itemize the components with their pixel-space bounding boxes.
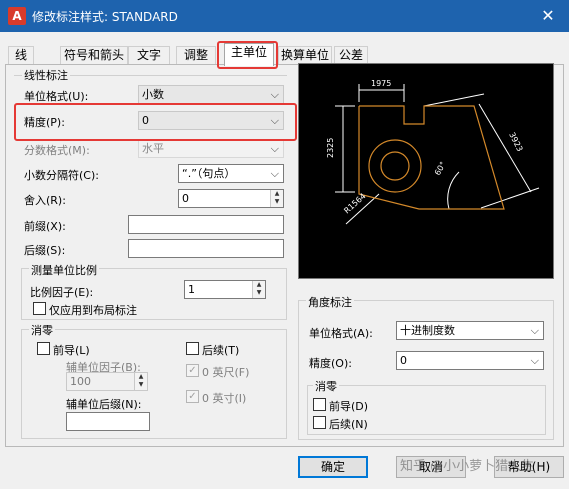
zero-inches-checkbox[interactable]: ✓: [186, 390, 199, 403]
zero-suppression-label: 消零: [29, 322, 55, 338]
trailing-zero-label: 后续(T): [202, 344, 240, 357]
unit-format-label: 单位格式(U):: [24, 90, 89, 103]
unit-format-value: 小数: [142, 88, 164, 101]
measurement-scale-label: 测量单位比例: [29, 262, 99, 278]
sub-unit-factor-input[interactable]: 100 ▲ ▼: [66, 372, 148, 391]
preview-dim-angle: 60°: [433, 160, 448, 177]
tab-text[interactable]: 文字: [128, 46, 170, 65]
sub-unit-suffix-input[interactable]: [66, 412, 150, 431]
zero-feet-checkbox[interactable]: ✓: [186, 364, 199, 377]
round-off-value: 0: [182, 192, 189, 205]
prefix-label: 前缀(X):: [24, 220, 66, 233]
precision-highlight-box: [14, 103, 297, 141]
sub-unit-factor-spinner[interactable]: ▲ ▼: [134, 373, 147, 390]
angular-precision-select[interactable]: 0 ⌵: [396, 351, 544, 370]
watermark-text: 知乎 @小小萝卜猎人生: [400, 459, 535, 474]
unit-format-select[interactable]: 小数 ⌵: [138, 85, 284, 104]
round-off-input[interactable]: 0 ▲ ▼: [178, 189, 284, 208]
angular-leading-checkbox[interactable]: [313, 398, 326, 411]
chevron-down-icon: ⌵: [530, 324, 539, 337]
leading-zero-checkbox[interactable]: [37, 342, 50, 355]
preview-drawing: 1975 2325 3923 60° R1564: [326, 79, 540, 225]
preview-dim-right: 3923: [507, 131, 524, 153]
close-button[interactable]: ✕: [537, 5, 559, 27]
tab-fit[interactable]: 调整: [176, 46, 216, 65]
preview-dim-radius: R1564: [342, 191, 367, 215]
scale-factor-input[interactable]: 1 ▲ ▼: [184, 280, 266, 299]
fraction-format-select[interactable]: 水平 ⌵: [138, 139, 284, 158]
sub-unit-suffix-label: 辅单位后缀(N):: [66, 398, 142, 411]
leading-zero-label: 前导(L): [53, 344, 90, 357]
suffix-label: 后缀(S):: [24, 244, 66, 257]
layout-only-label: 仅应用到布局标注: [49, 304, 137, 317]
prefix-input[interactable]: [128, 215, 284, 234]
zero-feet-label: 0 英尺(F): [202, 366, 250, 379]
preview-dim-top: 1975: [371, 79, 391, 88]
autocad-icon: A: [8, 7, 26, 25]
chevron-down-icon: ⌵: [270, 88, 279, 101]
scale-factor-value: 1: [188, 283, 195, 296]
angular-zero-suppression-label: 消零: [313, 378, 339, 394]
round-off-spinner[interactable]: ▲ ▼: [270, 190, 283, 207]
round-off-label: 舍入(R):: [24, 194, 66, 207]
decimal-separator-select[interactable]: “.”（句点） ⌵: [178, 164, 284, 183]
angular-precision-value: 0: [400, 354, 407, 367]
tab-highlight-box: [217, 41, 278, 69]
preview-dim-left: 2325: [326, 138, 335, 158]
dimension-preview: 1975 2325 3923 60° R1564: [298, 63, 554, 279]
angular-unit-format-label: 单位格式(A):: [309, 327, 373, 340]
angular-dimensions-label: 角度标注: [306, 294, 354, 310]
tab-lines[interactable]: 线: [8, 46, 34, 65]
scale-factor-label: 比例因子(E):: [30, 286, 94, 299]
chevron-down-icon: ⌵: [270, 167, 279, 180]
decimal-separator-value: “.”（句点）: [182, 167, 236, 180]
tab-symbols-arrows[interactable]: 符号和箭头: [60, 46, 128, 65]
zero-inches-label: 0 英寸(I): [202, 392, 247, 405]
trailing-zero-checkbox[interactable]: [186, 342, 199, 355]
angular-trailing-checkbox[interactable]: [313, 416, 326, 429]
fraction-format-label: 分数格式(M):: [24, 144, 90, 157]
angular-unit-format-select[interactable]: 十进制度数 ⌵: [396, 321, 544, 340]
sub-unit-factor-value: 100: [70, 375, 91, 388]
fraction-format-value: 水平: [142, 142, 164, 155]
title-bar: A 修改标注样式: STANDARD ✕: [0, 0, 569, 32]
chevron-down-icon: ⌵: [270, 142, 279, 155]
linear-dimensions-label: 线性标注: [22, 67, 70, 83]
angular-unit-format-value: 十进制度数: [400, 324, 455, 337]
angular-precision-label: 精度(O):: [309, 357, 352, 370]
decimal-separator-label: 小数分隔符(C):: [24, 169, 99, 182]
angular-leading-label: 前导(D): [329, 400, 369, 413]
ok-button[interactable]: 确定: [298, 456, 368, 478]
window-title: 修改标注样式: STANDARD: [32, 10, 178, 24]
suffix-input[interactable]: [128, 239, 284, 258]
scale-factor-spinner[interactable]: ▲ ▼: [252, 281, 265, 298]
chevron-down-icon: ⌵: [530, 354, 539, 367]
layout-only-checkbox[interactable]: [33, 302, 46, 315]
angular-trailing-label: 后续(N): [329, 418, 368, 431]
